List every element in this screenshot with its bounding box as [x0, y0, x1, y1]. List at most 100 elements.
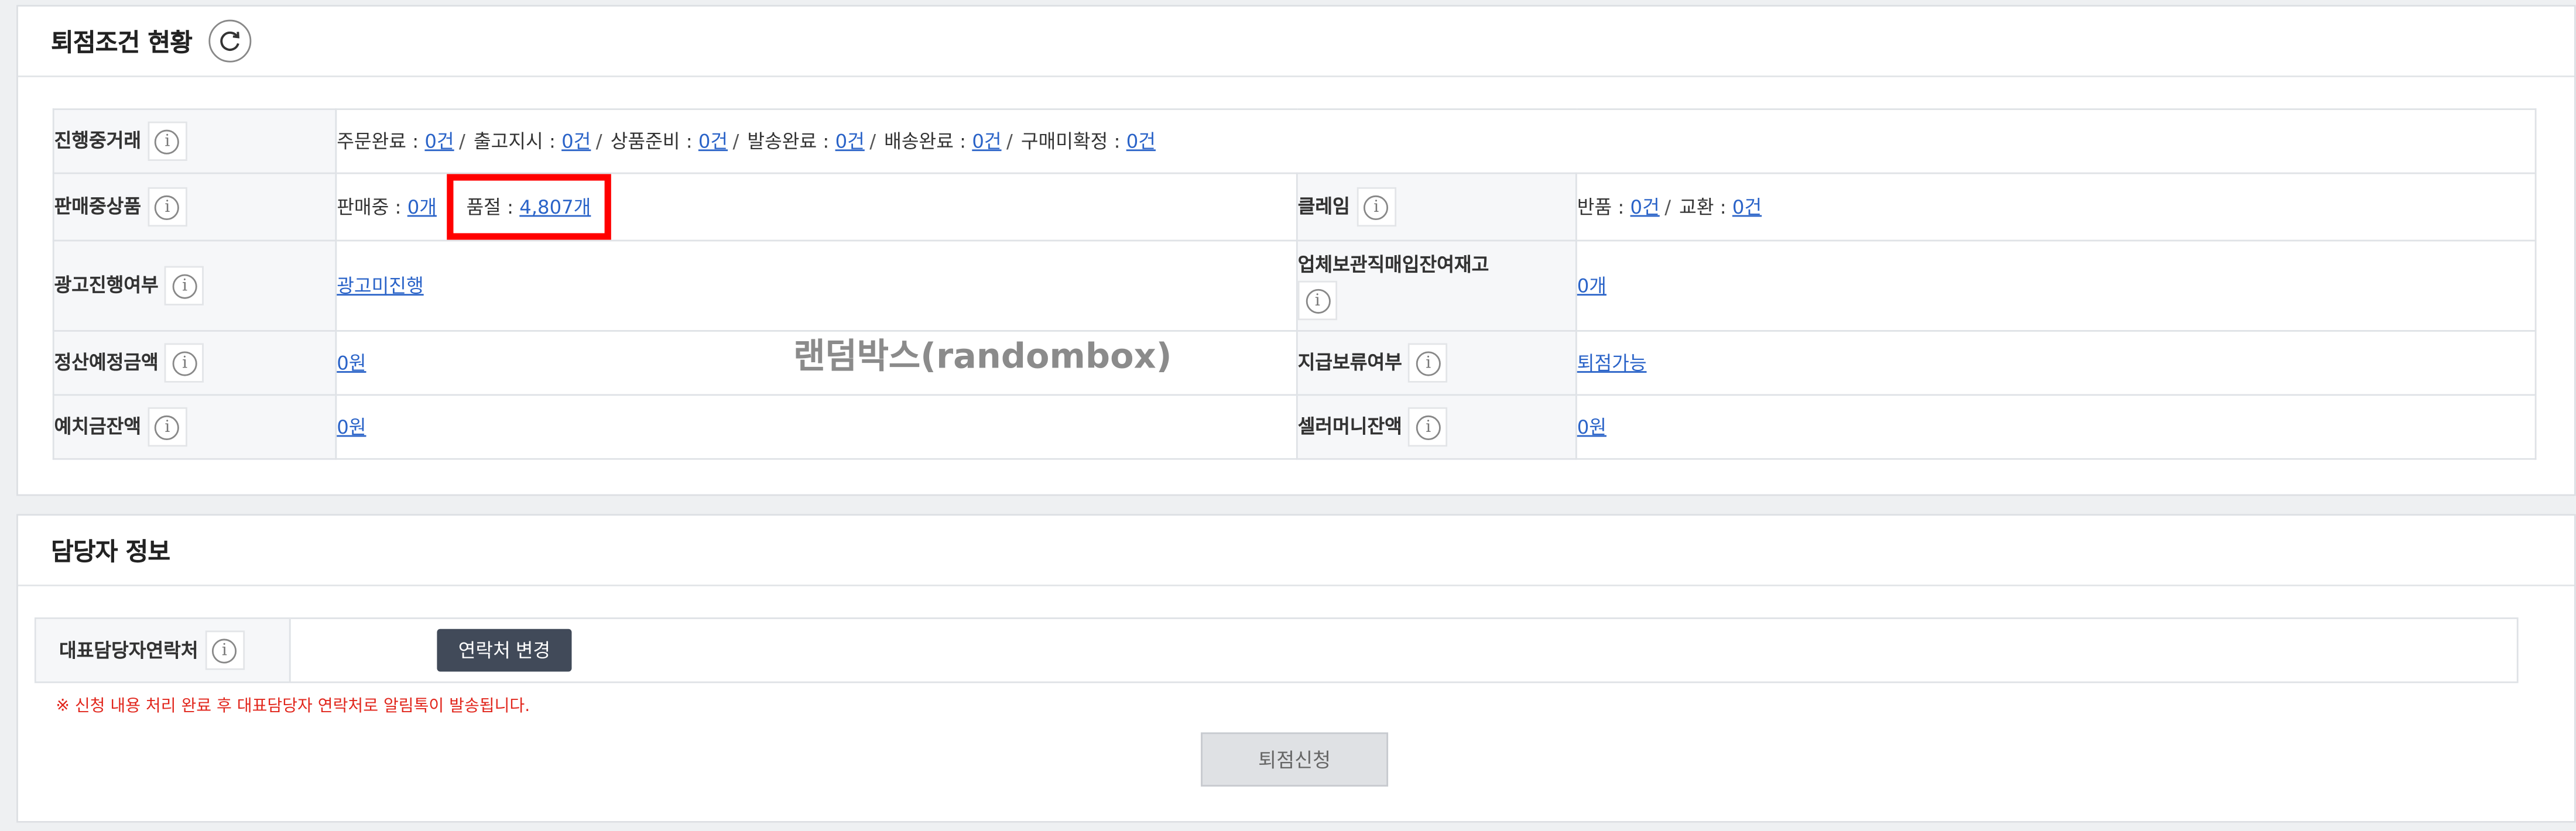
info-icon: i — [1416, 351, 1441, 376]
row-header-stock: 업체보관직매입잔여재고 i — [1296, 239, 1577, 332]
shipped-label: 발송완료 : — [747, 129, 835, 153]
info-button[interactable]: i — [148, 187, 187, 227]
info-icon: i — [1364, 194, 1389, 219]
info-button[interactable]: i — [1409, 343, 1448, 383]
delivered-label: 배송완료 : — [884, 129, 972, 153]
ad-status-link[interactable]: 광고미진행 — [337, 274, 423, 297]
soldout-link[interactable]: 4,807개 — [519, 195, 591, 218]
table-row: 판매중상품 i 판매중 : 0개 품절 : 4,807개 클레임 i 반품 : 0건 /… — [52, 172, 2537, 242]
info-button[interactable]: i — [1356, 187, 1396, 227]
panel-header: 퇴점조건 현황 — [18, 6, 2575, 77]
exchange-link[interactable]: 0건 — [1732, 195, 1762, 218]
panel-title: 퇴점조건 현황 — [50, 27, 193, 57]
separator: / — [1006, 129, 1013, 153]
sellermoney-value-cell: 0원 — [1575, 394, 2537, 460]
change-contact-button[interactable]: 연락처 변경 — [437, 629, 572, 672]
hold-link[interactable]: 퇴점가능 — [1577, 351, 1647, 374]
progress-values: 주문완료 : 0건 / 출고지시 : 0건 / 상품준비 : 0건 / 발송완료 : 0건 /… — [335, 108, 2537, 174]
row-header-settle: 정산예정금액 i — [52, 330, 337, 396]
release-order-link[interactable]: 0건 — [561, 130, 591, 153]
exchange-label: 교환 : — [1679, 195, 1732, 219]
refresh-icon — [220, 31, 239, 51]
row-header-hold: 지급보류여부 i — [1296, 330, 1577, 396]
page: 퇴점조건 현황 진행중거래 i 주문완료 : 0건 / 출고지시 : 0건 / 상품준비 … — [0, 0, 2576, 831]
release-order-label: 출고지시 : — [473, 129, 562, 153]
info-icon: i — [155, 194, 180, 219]
contact-label-cell: 대표담당자연락처 i — [36, 619, 291, 682]
separator: / — [869, 129, 876, 153]
info-button[interactable]: i — [165, 343, 205, 383]
settle-link[interactable]: 0원 — [337, 351, 366, 374]
label-text: 판매중상품 — [54, 194, 142, 218]
refresh-button[interactable] — [208, 19, 252, 63]
purchase-unconfirmed-link[interactable]: 0건 — [1126, 130, 1156, 153]
status-table: 진행중거래 i 주문완료 : 0건 / 출고지시 : 0건 / 상품준비 : 0건 / 발송완… — [52, 108, 2537, 460]
panel-header: 담당자 정보 — [18, 516, 2575, 586]
info-button[interactable]: i — [165, 266, 205, 305]
info-button[interactable]: i — [1297, 280, 1338, 321]
row-header-progress: 진행중거래 i — [52, 108, 337, 174]
order-complete-label: 주문완료 : — [337, 129, 425, 153]
notice-text: ※ 신청 내용 처리 완료 후 대표담당자 연락처로 알림톡이 발송됩니다. — [56, 698, 530, 716]
info-icon: i — [172, 351, 197, 376]
label-text: 대표담당자연락처 — [59, 638, 198, 662]
row-header-ad: 광고진행여부 i — [52, 239, 337, 332]
label-text: 정산예정금액 — [54, 351, 159, 374]
table-row: 정산예정금액 i 0원 지급보류여부 i 퇴점가능 — [52, 330, 2537, 396]
info-icon: i — [1305, 288, 1330, 313]
withdrawal-apply-button[interactable]: 퇴점신청 — [1201, 732, 1389, 787]
purchase-unconfirmed-label: 구매미확정 : — [1020, 129, 1126, 153]
row-header-claim: 클레임 i — [1296, 172, 1577, 242]
selling-on-label: 판매중 : — [337, 195, 407, 219]
label-text: 진행중거래 — [54, 129, 142, 152]
table-row: 예치금잔액 i 0원 셀러머니잔액 i 0원 — [52, 394, 2537, 460]
preparing-label: 상품준비 : — [610, 129, 698, 153]
ad-value-cell: 광고미진행 — [335, 239, 1298, 332]
soldout-highlight-box: 품절 : 4,807개 — [446, 174, 611, 240]
preparing-link[interactable]: 0건 — [698, 130, 728, 153]
stock-value-cell: 0개 — [1575, 239, 2537, 332]
info-button[interactable]: i — [204, 630, 245, 670]
label-text: 예치금잔액 — [54, 414, 142, 438]
separator: / — [459, 129, 465, 153]
panel-title: 담당자 정보 — [50, 536, 170, 566]
label-text: 광고진행여부 — [54, 273, 159, 297]
selling-on-link[interactable]: 0개 — [407, 195, 437, 218]
order-complete-link[interactable]: 0건 — [424, 130, 454, 153]
info-button[interactable]: i — [1409, 407, 1448, 447]
separator: / — [595, 129, 602, 153]
watermark-text: 랜덤박스(randombox) — [793, 336, 1172, 376]
row-header-sellermoney: 셀러머니잔액 i — [1296, 394, 1577, 460]
sellermoney-link[interactable]: 0원 — [1577, 416, 1606, 438]
separator: / — [732, 129, 739, 153]
delivered-link[interactable]: 0건 — [972, 130, 1001, 153]
shipped-link[interactable]: 0건 — [835, 130, 865, 153]
info-button[interactable]: i — [148, 121, 187, 161]
contact-row: 대표담당자연락처 i — [34, 617, 2519, 684]
hold-value-cell: 퇴점가능 — [1575, 330, 2537, 396]
soldout-label: 품절 : — [466, 195, 520, 219]
row-header-selling: 판매중상품 i — [52, 172, 337, 242]
stock-link[interactable]: 0개 — [1577, 274, 1606, 297]
label-text: 업체보관직매입잔여재고 — [1297, 253, 1489, 276]
row-header-deposit: 예치금잔액 i — [52, 394, 337, 460]
table-row: 진행중거래 i 주문완료 : 0건 / 출고지시 : 0건 / 상품준비 : 0건 / 발송완… — [52, 108, 2537, 174]
label-text: 셀러머니잔액 — [1297, 414, 1402, 438]
return-link[interactable]: 0건 — [1630, 195, 1660, 218]
deposit-link[interactable]: 0원 — [337, 416, 366, 438]
table-row: 광고진행여부 i 광고미진행 업체보관직매입잔여재고 i 0개 — [52, 239, 2537, 332]
separator: / — [1664, 195, 1671, 219]
info-button[interactable]: i — [148, 407, 187, 447]
info-icon: i — [155, 414, 180, 439]
withdrawal-status-panel: 퇴점조건 현황 진행중거래 i 주문완료 : 0건 / 출고지시 : 0건 / 상품준비 … — [16, 5, 2576, 496]
info-icon: i — [155, 129, 180, 154]
info-icon: i — [172, 273, 197, 298]
label-text: 지급보류여부 — [1297, 351, 1402, 374]
selling-values: 판매중 : 0개 품절 : 4,807개 — [335, 172, 1298, 242]
label-text: 클레임 — [1297, 194, 1350, 218]
deposit-value-cell: 0원 — [335, 394, 1298, 460]
claim-values: 반품 : 0건 / 교환 : 0건 — [1575, 172, 2537, 242]
return-label: 반품 : — [1577, 195, 1630, 219]
info-icon: i — [212, 638, 237, 663]
info-icon: i — [1416, 414, 1441, 439]
